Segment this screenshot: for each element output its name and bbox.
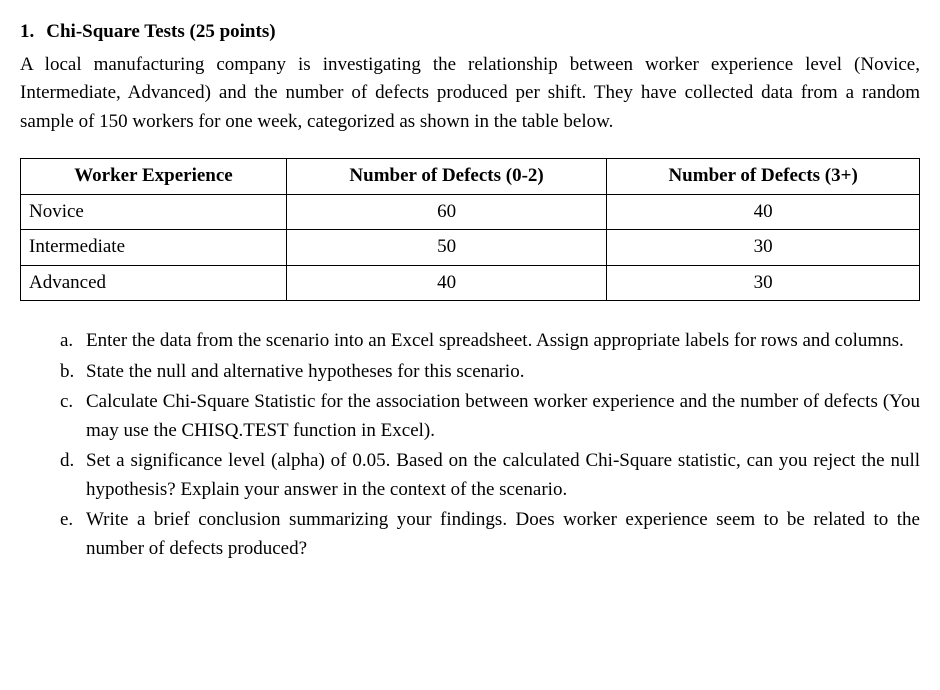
- table-cell-value: 30: [607, 265, 920, 301]
- subquestion-text: Write a brief conclusion summarizing you…: [86, 506, 920, 563]
- list-item: a. Enter the data from the scenario into…: [60, 327, 920, 356]
- table-cell-value: 30: [607, 230, 920, 266]
- table-row: Advanced 40 30: [21, 265, 920, 301]
- list-item: c. Calculate Chi-Square Statistic for th…: [60, 388, 920, 445]
- table-header-experience: Worker Experience: [21, 159, 287, 195]
- table-header-defects-low: Number of Defects (0-2): [286, 159, 606, 195]
- table-cell-value: 40: [286, 265, 606, 301]
- table-row: Intermediate 50 30: [21, 230, 920, 266]
- question-header: 1. Chi-Square Tests (25 points): [20, 18, 920, 47]
- subquestion-marker: e.: [60, 506, 86, 563]
- list-item: e. Write a brief conclusion summarizing …: [60, 506, 920, 563]
- table-cell-label: Intermediate: [21, 230, 287, 266]
- subquestion-marker: b.: [60, 358, 86, 387]
- list-item: b. State the null and alternative hypoth…: [60, 358, 920, 387]
- question-title: Chi-Square Tests (25 points): [46, 21, 275, 42]
- subquestion-list: a. Enter the data from the scenario into…: [20, 327, 920, 563]
- question-intro: A local manufacturing company is investi…: [20, 51, 920, 137]
- subquestion-marker: c.: [60, 388, 86, 445]
- subquestion-text: Enter the data from the scenario into an…: [86, 327, 920, 356]
- subquestion-text: Set a significance level (alpha) of 0.05…: [86, 447, 920, 504]
- table-cell-value: 50: [286, 230, 606, 266]
- subquestion-marker: a.: [60, 327, 86, 356]
- subquestion-text: State the null and alternative hypothese…: [86, 358, 920, 387]
- subquestion-marker: d.: [60, 447, 86, 504]
- table-cell-label: Advanced: [21, 265, 287, 301]
- table-header-row: Worker Experience Number of Defects (0-2…: [21, 159, 920, 195]
- table-cell-value: 40: [607, 194, 920, 230]
- table-row: Novice 60 40: [21, 194, 920, 230]
- question-number: 1.: [20, 18, 34, 47]
- table-header-defects-high: Number of Defects (3+): [607, 159, 920, 195]
- table-cell-value: 60: [286, 194, 606, 230]
- subquestion-text: Calculate Chi-Square Statistic for the a…: [86, 388, 920, 445]
- table-cell-label: Novice: [21, 194, 287, 230]
- list-item: d. Set a significance level (alpha) of 0…: [60, 447, 920, 504]
- data-table: Worker Experience Number of Defects (0-2…: [20, 158, 920, 301]
